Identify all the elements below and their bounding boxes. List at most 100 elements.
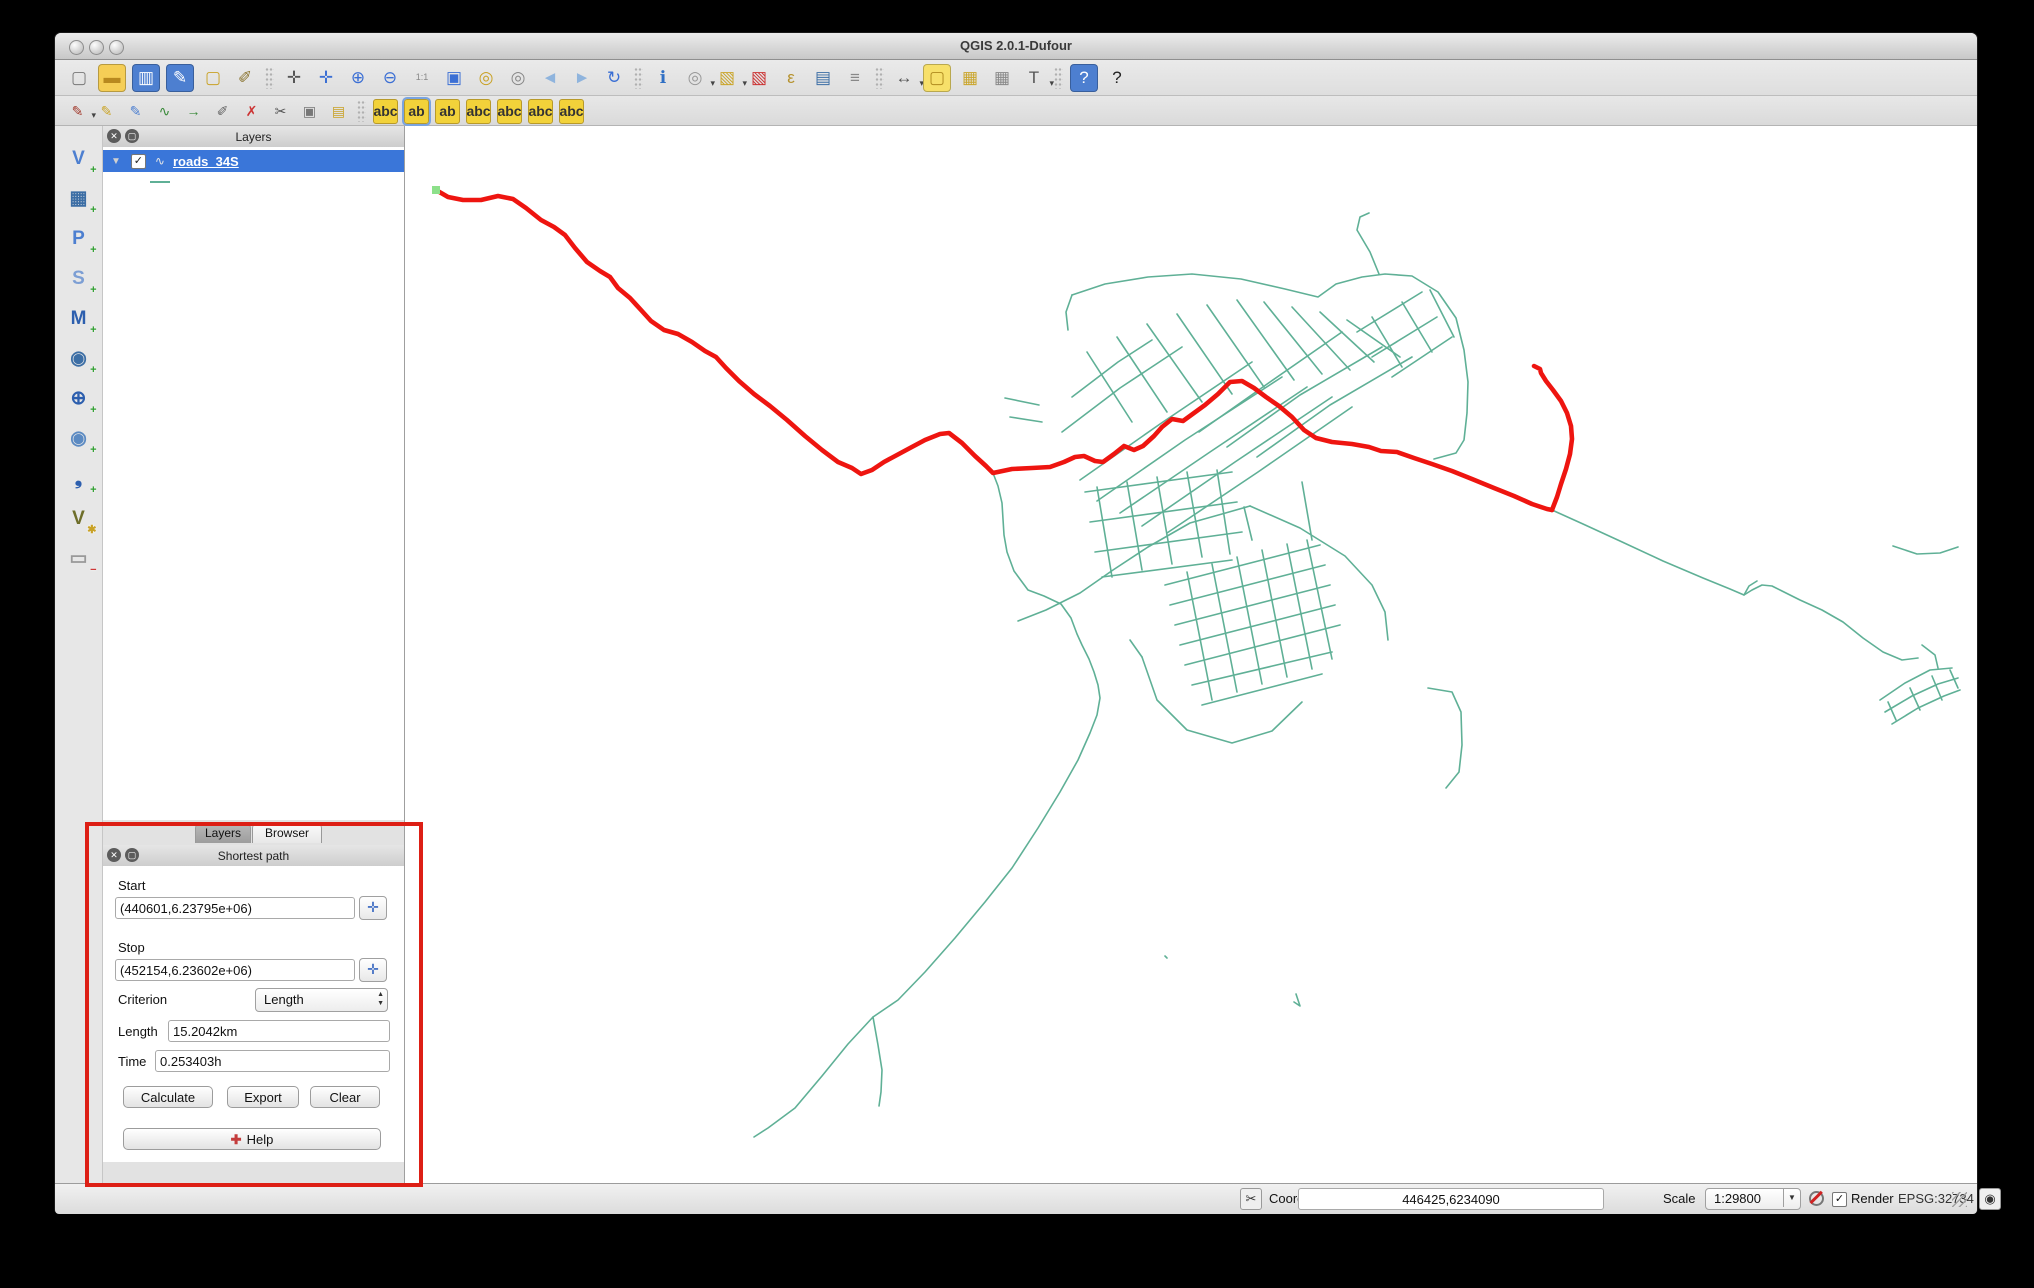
layer-row[interactable]: ▼ ✓ ∿ roads_34S xyxy=(103,150,404,172)
coordinate-input[interactable] xyxy=(1298,1188,1604,1210)
paste-features-icon[interactable]: ▤ xyxy=(327,100,350,123)
label-pin-selected-icon[interactable]: ab xyxy=(402,96,431,126)
new-project-icon[interactable]: ▢ xyxy=(66,65,92,91)
glyph: ✛ xyxy=(286,68,302,87)
dropdown-arrow-icon[interactable]: ▼ xyxy=(1783,1189,1800,1207)
badge-icon: + xyxy=(90,364,97,376)
copy-features-icon[interactable]: ▣ xyxy=(298,100,321,123)
measure-icon[interactable]: ↔ ▾ xyxy=(891,65,925,91)
stop-rendering-icon[interactable] xyxy=(1807,1189,1825,1207)
road-line xyxy=(1243,506,1253,541)
scale-label: Scale xyxy=(1663,1191,1696,1206)
zoom-to-selection-icon[interactable]: ◎ xyxy=(473,65,499,91)
show-bookmarks-icon[interactable]: ▦ xyxy=(989,65,1015,91)
project-properties-icon[interactable]: ✐ xyxy=(232,65,258,91)
pan-to-selection-icon[interactable]: ✛ xyxy=(313,65,339,91)
road-line xyxy=(1301,481,1313,541)
add-spatialite-layer-icon[interactable]: S + xyxy=(64,263,97,297)
road-line xyxy=(1116,336,1168,413)
road-line xyxy=(1892,545,1959,555)
layers-list: ▼ ✓ ∿ roads_34S xyxy=(103,147,404,820)
identify-features-icon[interactable]: ℹ xyxy=(650,65,676,91)
glyph: ▦ xyxy=(69,187,88,209)
save-project-icon[interactable]: ▥ xyxy=(132,63,160,92)
layer-visibility-checkbox[interactable]: ✓ xyxy=(130,153,146,169)
add-vector-layer-icon[interactable]: V + xyxy=(64,143,97,177)
scale-select[interactable]: 1:29800 ▼ xyxy=(1705,1188,1801,1210)
road-line xyxy=(1427,687,1463,789)
map-canvas[interactable] xyxy=(405,126,1977,1183)
resize-grip-icon[interactable] xyxy=(1952,1192,1967,1207)
label-show-hide-icon[interactable]: abc xyxy=(466,98,491,124)
whats-this-icon[interactable]: ? xyxy=(1104,65,1130,91)
map-tips-icon[interactable]: ▢ xyxy=(923,63,951,92)
save-as-image-icon[interactable]: ▢ xyxy=(200,65,226,91)
save-layer-edits-icon[interactable]: ✎ xyxy=(124,100,147,123)
add-wfs-layer-icon[interactable]: ◉ + xyxy=(64,423,96,457)
badge-icon: + xyxy=(90,284,97,296)
pan-map-icon[interactable]: ✛ xyxy=(281,65,307,91)
add-delimited-text-layer-icon[interactable]: ❟ + xyxy=(64,463,97,497)
select-features-icon[interactable]: ▧ ▾ xyxy=(714,65,747,91)
add-wms-layer-icon[interactable]: ◉ + xyxy=(64,343,97,377)
toggle-mouse-position-icon[interactable]: ✂ xyxy=(1240,1188,1262,1210)
new-shapefile-layer-icon[interactable]: V ✱ xyxy=(64,503,97,537)
road-line xyxy=(1179,604,1336,646)
current-edits-icon[interactable]: ✎ ▾ xyxy=(66,100,96,123)
title-bar[interactable]: QGIS 2.0.1-Dufour xyxy=(55,33,1977,60)
toolbar-separator xyxy=(634,66,643,89)
refresh-icon[interactable]: ↻ xyxy=(601,65,627,91)
label-pin-icon[interactable]: ab xyxy=(435,98,460,124)
zoom-out-icon[interactable]: ⊖ xyxy=(377,65,403,91)
label-properties-icon[interactable]: abc xyxy=(559,98,584,124)
add-raster-layer-icon[interactable]: ▦ + xyxy=(64,183,97,217)
render-checkbox[interactable]: ✓ xyxy=(1832,1192,1847,1207)
add-postgis-layer-icon[interactable]: P + xyxy=(64,223,96,257)
road-line xyxy=(1184,624,1341,666)
label-rotate-icon[interactable]: abc xyxy=(528,98,553,124)
zoom-in-icon[interactable]: ⊕ xyxy=(345,65,371,91)
save-project-as-icon[interactable]: ✎ xyxy=(166,63,194,92)
text-annotation-icon[interactable]: T ▾ xyxy=(1021,65,1054,91)
badge-icon: + xyxy=(90,164,97,176)
glyph: ab xyxy=(439,103,456,119)
zoom-native-icon[interactable]: 1:1 xyxy=(409,65,435,91)
move-feature-icon[interactable]: → xyxy=(182,100,205,123)
expand-arrow-icon[interactable]: ▼ xyxy=(111,156,121,167)
zoom-next-icon[interactable]: ► xyxy=(569,65,595,91)
road-line xyxy=(1156,476,1173,565)
label-move-icon[interactable]: abc xyxy=(497,98,522,124)
zoom-full-icon[interactable]: ▣ xyxy=(441,65,467,91)
dropdown-arrow-icon[interactable]: ▾ xyxy=(1049,78,1054,89)
remove-layer-icon[interactable]: ▭ − xyxy=(64,543,97,577)
add-mssql-layer-icon[interactable]: M + xyxy=(64,303,97,337)
crs-status-icon[interactable]: ◉ xyxy=(1979,1188,2001,1210)
open-project-icon[interactable]: ▬ xyxy=(98,63,126,92)
zoom-last-icon[interactable]: ◄ xyxy=(537,65,563,91)
badge-icon: + xyxy=(90,404,97,416)
attribute-table-icon[interactable]: ▤ xyxy=(810,65,836,91)
glyph: ▧ xyxy=(750,68,768,87)
help-contents-icon[interactable]: ? xyxy=(1070,63,1098,92)
select-by-expression-icon[interactable]: ε xyxy=(778,65,804,91)
window-title: QGIS 2.0.1-Dufour xyxy=(960,38,1072,53)
node-tool-icon[interactable]: ✐ xyxy=(211,100,234,123)
glyph: ✗ xyxy=(245,103,258,119)
new-bookmark-icon[interactable]: ▦ xyxy=(957,65,983,91)
field-calculator-icon[interactable]: ≡ xyxy=(842,65,868,91)
deselect-features-icon[interactable]: ▧ xyxy=(746,65,772,91)
toggle-editing-icon[interactable]: ✎ xyxy=(95,100,118,123)
add-feature-icon[interactable]: ∿ xyxy=(153,100,176,123)
zoom-to-layer-icon[interactable]: ◎ xyxy=(505,65,531,91)
badge-icon: ✱ xyxy=(87,524,97,536)
status-bar: ✂ Coordinate: Scale 1:29800 ▼ ✓ Render E… xyxy=(55,1183,2001,1214)
add-wcs-layer-icon[interactable]: ⊕ + xyxy=(64,383,97,417)
layer-name[interactable]: roads_34S xyxy=(173,154,239,169)
labeling-icon[interactable]: abc xyxy=(373,98,398,124)
delete-selected-icon[interactable]: ✗ xyxy=(240,100,263,123)
glyph: ▦ xyxy=(961,68,979,87)
run-feature-action-icon[interactable]: ◎ ▾ xyxy=(682,65,715,91)
cut-features-icon[interactable]: ✂ xyxy=(269,100,292,123)
badge-icon: − xyxy=(90,564,97,576)
glyph: abc xyxy=(497,103,522,119)
